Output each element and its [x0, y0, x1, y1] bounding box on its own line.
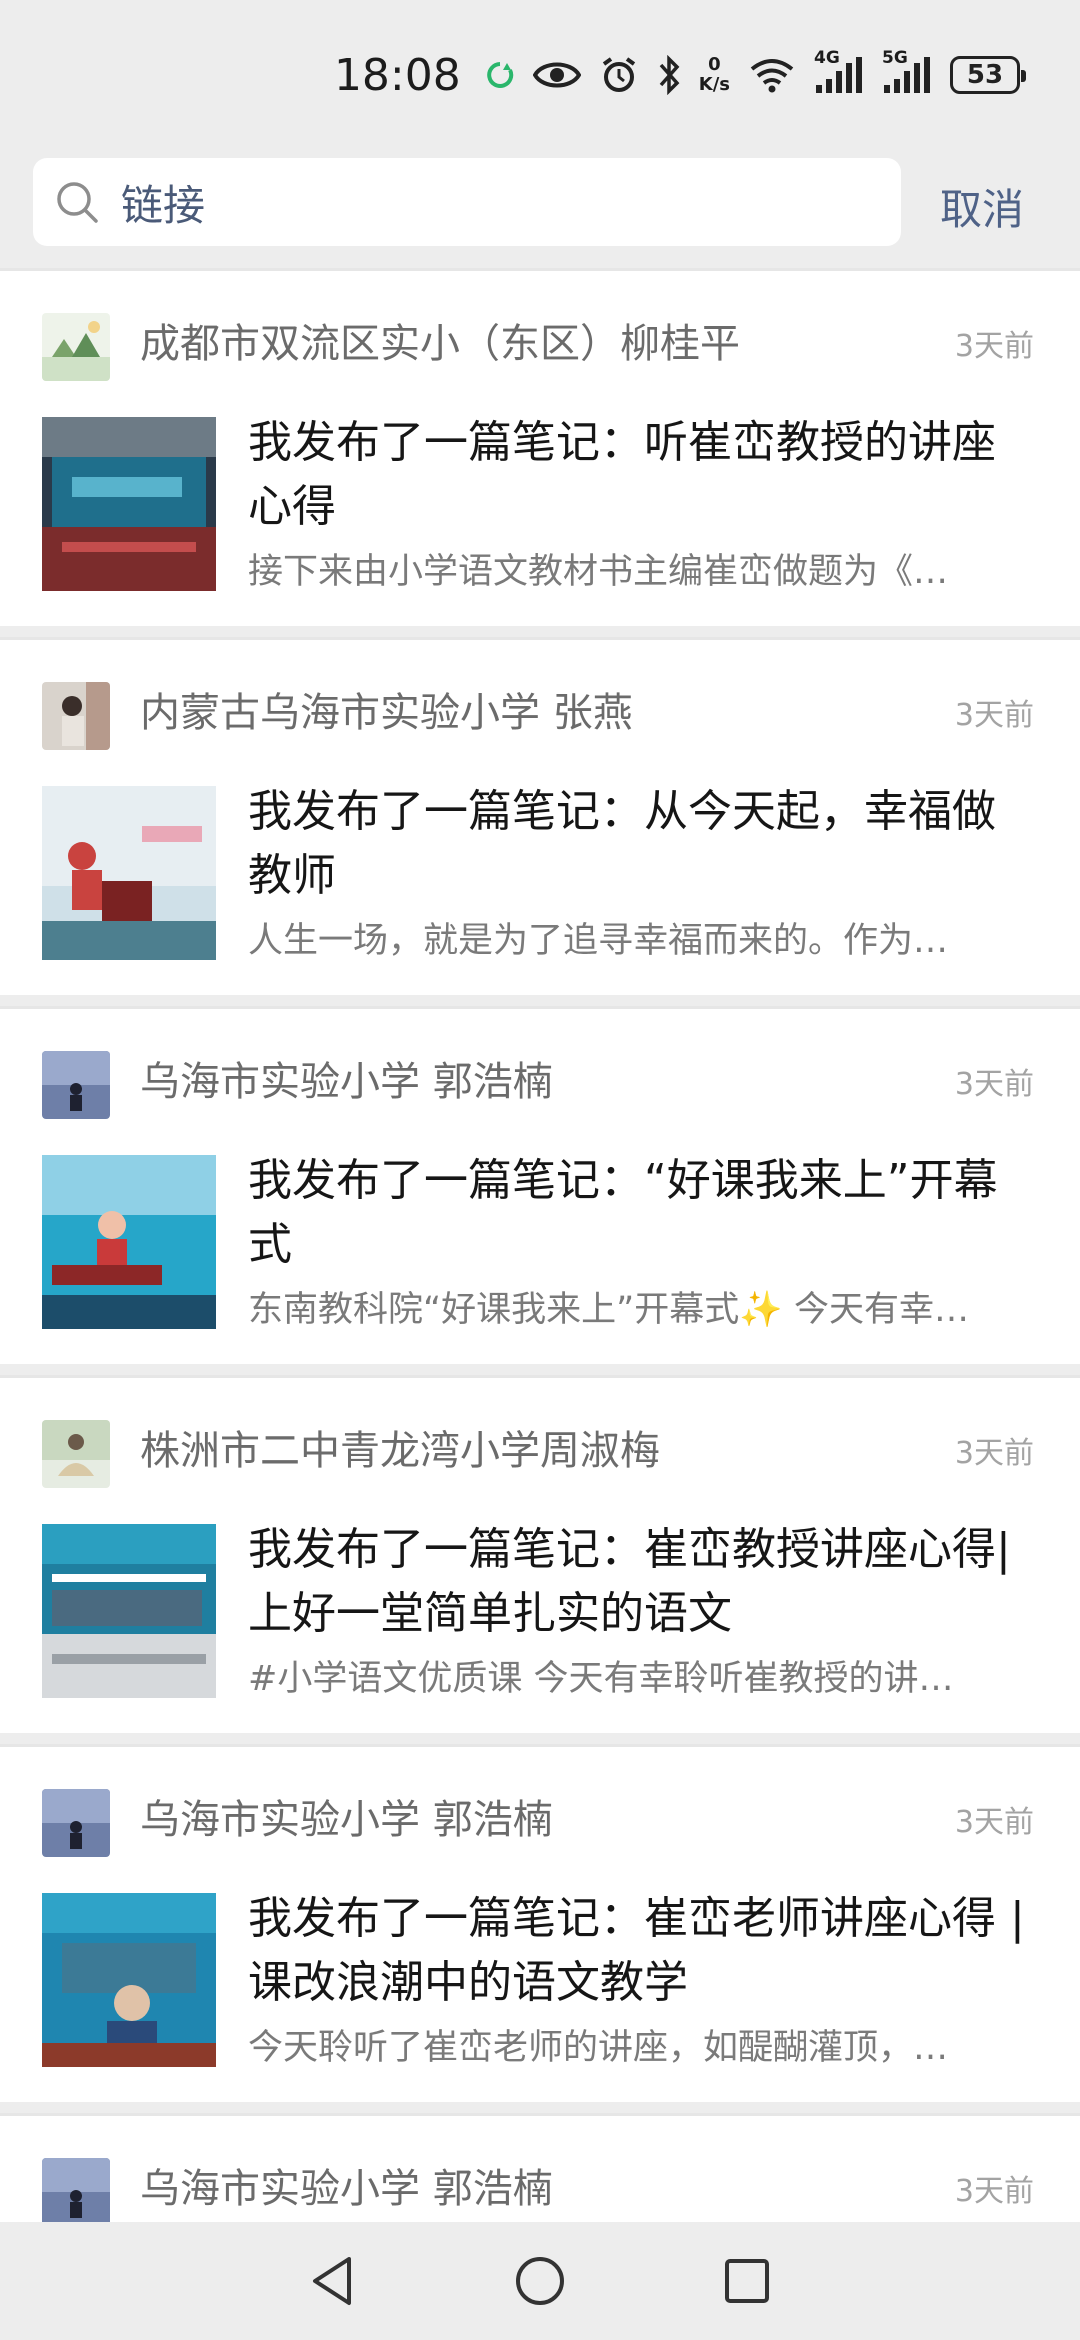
wifi-icon [748, 50, 796, 100]
post-thumbnail[interactable] [42, 1524, 216, 1698]
author-name[interactable]: 内蒙古乌海市实验小学 张燕 [140, 680, 633, 738]
post-title[interactable]: 我发布了一篇笔记：崔峦老师讲座心得 | 课改浪潮中的语文教学 [248, 1887, 1038, 2015]
post-time: 3天前 [954, 1067, 1034, 1102]
post-thumbnail[interactable] [42, 786, 216, 960]
signal-5g-icon: 5G [882, 48, 932, 100]
back-triangle-icon[interactable] [293, 2241, 373, 2321]
bluetooth-icon [657, 50, 681, 100]
author-name[interactable]: 乌海市实验小学 郭浩楠 [140, 2156, 553, 2214]
cancel-button[interactable]: 取消 [940, 176, 1024, 237]
avatar[interactable] [42, 1420, 110, 1488]
sync-icon [485, 50, 515, 100]
author-name[interactable]: 乌海市实验小学 郭浩楠 [140, 1787, 553, 1845]
speed-value: 0 [708, 54, 721, 75]
alarm-icon [599, 50, 639, 100]
search-box[interactable] [33, 158, 901, 246]
network-speed: 0 K/s [699, 55, 730, 95]
list-item[interactable]: 乌海市实验小学 郭浩楠 3天前 [0, 2113, 1080, 2233]
post-time: 3天前 [954, 698, 1034, 733]
search-icon [51, 176, 103, 228]
avatar[interactable] [42, 682, 110, 750]
list-item[interactable]: 成都市双流区实小（东区）柳桂平 3天前 我发布了一篇笔记：听崔峦教授的讲座心得 … [0, 268, 1080, 626]
post-title[interactable]: 我发布了一篇笔记：“好课我来上”开幕式 [248, 1149, 1038, 1277]
post-time: 3天前 [954, 1436, 1034, 1471]
avatar[interactable] [42, 313, 110, 381]
post-snippet: #小学语文优质课 今天有幸聆听崔教授的讲… [248, 1659, 954, 1699]
home-circle-icon[interactable] [500, 2241, 580, 2321]
signal-4g-icon: 4G [814, 48, 864, 100]
search-header: 取消 [0, 158, 1080, 250]
author-name[interactable]: 成都市双流区实小（东区）柳桂平 [140, 311, 740, 369]
post-time: 3天前 [954, 2174, 1034, 2209]
post-time: 3天前 [954, 329, 1034, 364]
status-bar: 18:08 0 K/s 4G 5G 53 [0, 0, 1080, 150]
post-snippet: 今天聆听了崔峦老师的讲座，如醍醐灌顶，… [248, 2028, 949, 2068]
screen: 18:08 0 K/s 4G 5G 53 链接 取消 成都市双流区实小（东区）柳… [0, 0, 1080, 2340]
list-item[interactable]: 乌海市实验小学 郭浩楠 3天前 我发布了一篇笔记：“好课我来上”开幕式 东南教科… [0, 1006, 1080, 1364]
post-title[interactable]: 我发布了一篇笔记：从今天起，幸福做教师 [248, 780, 1038, 908]
post-title[interactable]: 我发布了一篇笔记：崔峦教授讲座心得|上好一堂简单扎实的语文 [248, 1518, 1038, 1646]
post-thumbnail[interactable] [42, 1893, 216, 2067]
speed-unit: K/s [698, 74, 730, 95]
list-item[interactable]: 内蒙古乌海市实验小学 张燕 3天前 我发布了一篇笔记：从今天起，幸福做教师 人生… [0, 637, 1080, 995]
post-snippet: 人生一场，就是为了追寻幸福而来的。作为… [248, 921, 949, 961]
post-snippet: 东南教科院“好课我来上”开幕式✨ 今天有幸… [248, 1290, 969, 1330]
signal-5g-label: 5G [882, 48, 908, 68]
post-thumbnail[interactable] [42, 417, 216, 591]
status-time: 18:08 [333, 49, 461, 101]
system-nav-bar [0, 2222, 1080, 2340]
battery-indicator: 53 [950, 56, 1026, 94]
feed-list: 成都市双流区实小（东区）柳桂平 3天前 我发布了一篇笔记：听崔峦教授的讲座心得 … [0, 268, 1080, 2244]
author-name[interactable]: 乌海市实验小学 郭浩楠 [140, 1049, 553, 1107]
post-time: 3天前 [954, 1805, 1034, 1840]
list-item[interactable]: 株洲市二中青龙湾小学周淑梅 3天前 我发布了一篇笔记：崔峦教授讲座心得|上好一堂… [0, 1375, 1080, 1733]
list-item[interactable]: 乌海市实验小学 郭浩楠 3天前 我发布了一篇笔记：崔峦老师讲座心得 | 课改浪潮… [0, 1744, 1080, 2102]
avatar[interactable] [42, 1051, 110, 1119]
avatar[interactable] [42, 1789, 110, 1857]
search-input[interactable] [121, 177, 841, 227]
post-thumbnail[interactable] [42, 1155, 216, 1329]
signal-4g-label: 4G [814, 48, 840, 68]
recents-square-icon[interactable] [707, 2241, 787, 2321]
author-name[interactable]: 株洲市二中青龙湾小学周淑梅 [140, 1418, 660, 1476]
post-title[interactable]: 我发布了一篇笔记：听崔峦教授的讲座心得 [248, 411, 1038, 539]
eye-icon [532, 50, 581, 100]
post-snippet: 接下来由小学语文教材书主编崔峦做题为《… [248, 552, 949, 592]
avatar[interactable] [42, 2158, 110, 2226]
